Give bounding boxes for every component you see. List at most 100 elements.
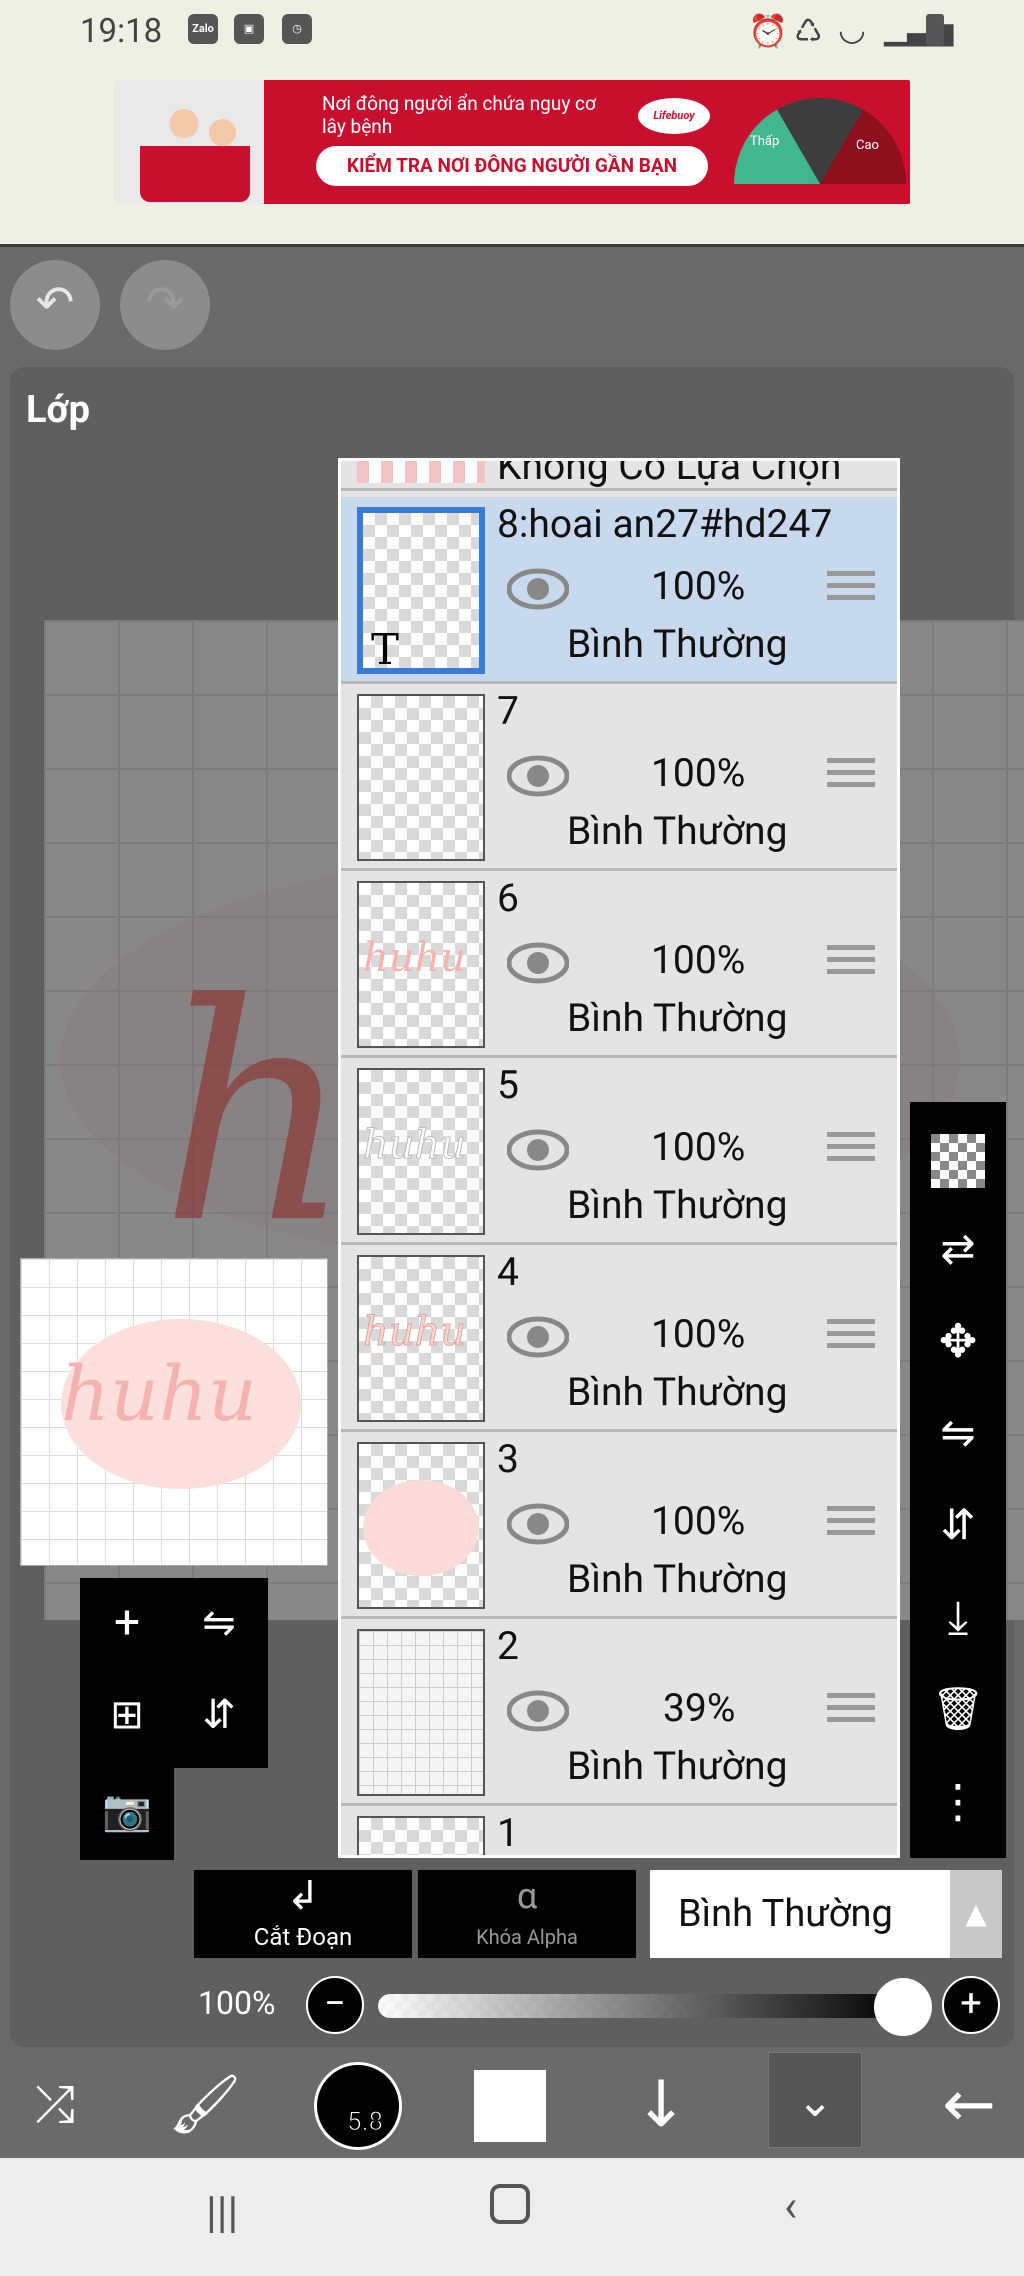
selection-thumb xyxy=(357,461,485,483)
alarm-icon: ⏰ xyxy=(748,12,788,50)
layer-row-8[interactable]: T 8:hoai an27#hd247 100% Bình Thường xyxy=(341,497,897,684)
drag-handle-icon[interactable] xyxy=(827,1319,875,1353)
ad-cta-button[interactable]: KIỂM TRA NƠI ĐÔNG NGƯỜI GẦN BẠN xyxy=(316,146,708,186)
visibility-eye-icon[interactable] xyxy=(507,1689,569,1733)
layer-opacity: 100% xyxy=(651,1498,746,1544)
flip-h-icon[interactable]: ⇋ xyxy=(910,1388,1006,1480)
visibility-eye-icon[interactable] xyxy=(507,941,569,985)
layer-name: 1 xyxy=(497,1810,519,1856)
clipping-label: Cắt Đoạn xyxy=(253,1923,353,1951)
drag-handle-icon[interactable] xyxy=(827,1132,875,1166)
layer-row-3[interactable]: 3 100% Bình Thường xyxy=(341,1432,897,1619)
layers-list[interactable]: Không Có Lựa Chọn T 8:hoai an27#hd247 10… xyxy=(338,458,900,1858)
visibility-eye-icon[interactable] xyxy=(507,754,569,798)
drag-handle-icon[interactable] xyxy=(827,571,875,605)
layer-row-1[interactable]: 1 xyxy=(341,1806,897,1856)
drag-handle-icon[interactable] xyxy=(827,1693,875,1727)
opacity-value: 100% xyxy=(198,1984,276,2022)
ad-gauge-high: Cao xyxy=(856,138,879,153)
layer-thumbnail xyxy=(357,1816,485,1855)
alpha-lock-label: Khóa Alpha xyxy=(476,1925,578,1949)
opacity-decrease-button[interactable]: − xyxy=(306,1976,364,2034)
brush-size-value: 5.8 xyxy=(346,2107,384,2138)
layer-blend-mode: Bình Thường xyxy=(567,1743,788,1789)
layer-row-2[interactable]: 2 39% Bình Thường xyxy=(341,1619,897,1806)
text-layer-icon: T xyxy=(371,625,400,674)
layer-name: 4 xyxy=(497,1249,519,1295)
opacity-slider[interactable] xyxy=(378,1994,902,2018)
ad-kids-image xyxy=(140,90,250,202)
transform-tool-icon[interactable]: ⤮ xyxy=(10,2060,100,2150)
ad-headline: Nơi đông người ẩn chứa nguy cơ lây bệnh xyxy=(322,92,596,138)
thumb-text: huhu xyxy=(362,1122,467,1169)
opacity-increase-button[interactable]: + xyxy=(942,1976,1000,2034)
alpha-lock-button[interactable]: α Khóa Alpha xyxy=(418,1870,636,1958)
drag-handle-icon[interactable] xyxy=(827,1506,875,1540)
back-icon[interactable]: ‹ xyxy=(784,2180,797,2232)
undo-button[interactable]: ↶ xyxy=(10,260,100,350)
layer-thumbnail: T xyxy=(357,507,485,674)
brush-size-button[interactable]: 5.8 xyxy=(314,2062,402,2150)
home-icon[interactable] xyxy=(490,2184,530,2224)
layer-opacity: 100% xyxy=(651,937,746,983)
camera-icon[interactable]: 📷 xyxy=(82,1766,172,1856)
ad-gauge-low: Thấp xyxy=(750,134,780,149)
layer-row-6[interactable]: huhu 6 100% Bình Thường xyxy=(341,871,897,1058)
clock-app-icon: ◷ xyxy=(282,14,312,44)
add-layer-button[interactable]: + xyxy=(82,1578,172,1668)
double-chevron-icon: ⌄ xyxy=(796,2075,834,2127)
visibility-eye-icon[interactable] xyxy=(507,567,569,611)
redo-button[interactable]: ↷ xyxy=(120,260,210,350)
thumb-text: huhu xyxy=(363,935,467,981)
visibility-eye-icon[interactable] xyxy=(507,1315,569,1359)
blend-mode-arrow[interactable]: ▲ xyxy=(950,1870,1002,1958)
blend-mode-select[interactable]: Bình Thường xyxy=(650,1870,950,1958)
add-copy-layer-button[interactable]: ⊞ xyxy=(82,1670,172,1760)
flip-vertical-icon[interactable]: ⇵ xyxy=(174,1670,264,1760)
flip-v-icon[interactable]: ⇵ xyxy=(910,1480,1006,1572)
opacity-slider-knob[interactable] xyxy=(874,1978,932,2036)
move-layer-icon[interactable]: ⇄ xyxy=(910,1204,1006,1296)
clipping-button[interactable]: ↲ Cắt Đoạn xyxy=(194,1870,412,1958)
transparency-icon[interactable] xyxy=(931,1133,985,1188)
canvas-preview[interactable]: huhu xyxy=(20,1258,328,1566)
flip-horizontal-icon[interactable]: ⇋ xyxy=(174,1578,264,1668)
transform-move-icon[interactable]: ✥ xyxy=(910,1296,1006,1388)
canvas-letter: h xyxy=(160,940,354,1289)
layers-toggle-button[interactable]: ⌄ xyxy=(768,2052,862,2148)
layer-blend-mode: Bình Thường xyxy=(567,1556,788,1602)
layer-thumbnail xyxy=(357,1442,485,1609)
layer-blend-mode: Bình Thường xyxy=(567,1182,788,1228)
layer-row-4[interactable]: huhu 4 100% Bình Thường xyxy=(341,1245,897,1432)
layer-thumbnail: huhu xyxy=(357,1068,485,1235)
back-arrow-icon[interactable]: ← xyxy=(924,2060,1014,2150)
recent-apps-icon[interactable]: ||| xyxy=(206,2186,238,2238)
ad-gauge xyxy=(734,98,906,204)
ad-banner[interactable]: Nơi đông người ẩn chứa nguy cơ lây bệnh … xyxy=(114,80,910,204)
preview-text: huhu xyxy=(61,1349,257,1438)
brush-icon[interactable]: 🖌 xyxy=(160,2060,250,2150)
layer-thumbnail: huhu xyxy=(357,881,485,1048)
layer-selection-row[interactable]: Không Có Lựa Chọn xyxy=(341,458,897,491)
layer-blend-mode: Bình Thường xyxy=(567,1369,788,1415)
drag-handle-icon[interactable] xyxy=(827,758,875,792)
layer-opacity: 100% xyxy=(651,1311,746,1357)
color-swatch[interactable] xyxy=(474,2070,546,2142)
more-icon[interactable]: ⋮ xyxy=(910,1756,1006,1848)
battery-icon xyxy=(926,14,944,46)
visibility-eye-icon[interactable] xyxy=(507,1502,569,1546)
selection-label: Không Có Lựa Chọn xyxy=(497,458,842,489)
layer-row-5[interactable]: huhu 5 100% Bình Thường xyxy=(341,1058,897,1245)
layer-row-7[interactable]: 7 100% Bình Thường xyxy=(341,684,897,871)
wifi-icon: ◡ xyxy=(838,10,866,48)
trash-icon[interactable]: 🗑 xyxy=(910,1664,1006,1756)
layer-name: 7 xyxy=(497,688,519,734)
layer-name: 5 xyxy=(497,1062,519,1108)
drag-handle-icon[interactable] xyxy=(827,945,875,979)
layer-name: 3 xyxy=(497,1436,519,1482)
arrow-down-icon[interactable]: ↓ xyxy=(616,2060,706,2150)
merge-down-icon[interactable]: ⤓ xyxy=(910,1572,1006,1664)
gallery-icon: ▣ xyxy=(234,14,264,44)
visibility-eye-icon[interactable] xyxy=(507,1128,569,1172)
zalo-icon: Zalo xyxy=(188,14,218,44)
